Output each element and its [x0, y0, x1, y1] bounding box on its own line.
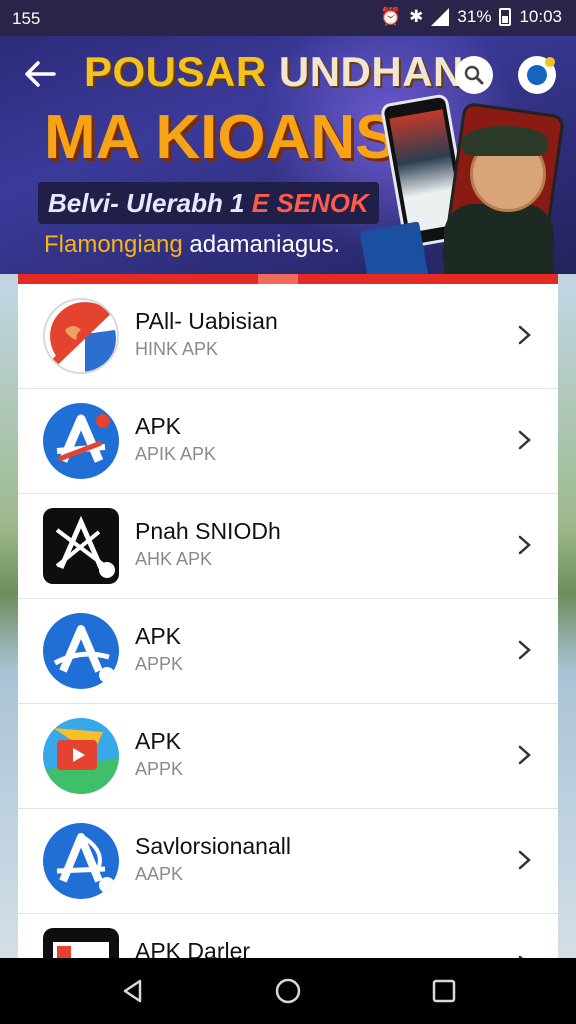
chevron-right-icon	[518, 535, 531, 555]
banner-subtitle: Flamongiang adamaniagus.	[44, 231, 341, 258]
item-title: Savlorsionanall	[135, 833, 291, 859]
item-title: PAll- Uabisian	[135, 308, 278, 334]
item-subtitle: HINK APK	[135, 339, 219, 359]
recents-nav-icon[interactable]	[429, 976, 459, 1006]
list-item[interactable]: PAll- Uabisian HINK APK	[18, 284, 558, 389]
a-store-icon	[43, 403, 119, 479]
chevron-right-icon	[518, 850, 531, 870]
flag-icon	[43, 298, 119, 374]
item-subtitle: AAPK	[135, 864, 184, 884]
list-item[interactable]: APK Darler	[18, 914, 558, 958]
list-item[interactable]: Pnah SNIODh AHK APK	[18, 494, 558, 599]
profile-icon	[527, 57, 555, 85]
item-title: APK Darler	[135, 938, 251, 958]
list-item[interactable]: APK APPK	[18, 704, 558, 809]
navigation-bar	[0, 958, 576, 1024]
battery-percent: 31%	[457, 7, 492, 26]
chevron-right-icon	[518, 430, 531, 450]
banner-title-line1: POUSAR UNDHAN	[84, 48, 464, 95]
search-button[interactable]	[455, 56, 493, 94]
progress-bar	[18, 274, 558, 284]
status-bar: 155 ⏰ ✱ 31% 10:03	[0, 0, 576, 36]
banner-tagline: Belvi- Ulerabh 1 E SENOK	[38, 182, 379, 224]
chevron-right-icon	[518, 640, 531, 660]
list-item[interactable]: APK APIK APK	[18, 389, 558, 494]
a-store-icon	[43, 613, 119, 689]
item-subtitle: APPK	[135, 654, 184, 674]
alarm-icon: ⏰	[380, 7, 402, 26]
bluetooth-icon: ✱	[409, 7, 424, 26]
status-left-text: 155	[12, 9, 41, 28]
x-app-icon	[43, 508, 119, 584]
search-icon	[464, 65, 484, 85]
app-icon	[43, 928, 119, 958]
item-subtitle: APPK	[135, 759, 184, 779]
officer-uniform	[444, 204, 554, 274]
officer-cap	[462, 126, 548, 156]
home-nav-icon[interactable]	[273, 976, 303, 1006]
a-store-icon	[43, 823, 119, 899]
back-arrow-icon[interactable]	[20, 54, 60, 94]
item-title: APK	[135, 413, 182, 439]
list-item[interactable]: APK APPK	[18, 599, 558, 704]
profile-button[interactable]	[518, 56, 556, 94]
chevron-right-icon	[518, 325, 531, 345]
item-title: Pnah SNIODh	[135, 518, 281, 544]
back-nav-icon[interactable]	[118, 976, 148, 1006]
promo-banner: POUSAR UNDHAN MA KIOANSA Belvi- Ulerabh …	[0, 36, 576, 274]
item-subtitle: AHK APK	[135, 549, 213, 569]
item-title: APK	[135, 623, 182, 649]
signal-icon	[431, 8, 450, 26]
status-icons: ⏰ ✱ 31% 10:03	[380, 7, 562, 27]
video-player-icon	[43, 718, 119, 794]
clock: 10:03	[519, 7, 562, 26]
item-title: APK	[135, 728, 182, 754]
battery-icon	[499, 8, 512, 26]
item-subtitle: APIK APK	[135, 444, 217, 464]
list-item[interactable]: Savlorsionanall AAPK	[18, 809, 558, 914]
chevron-right-icon	[518, 745, 531, 765]
apk-list-card: PAll- Uabisian HINK APK APK APIK APK Pna…	[18, 274, 558, 958]
